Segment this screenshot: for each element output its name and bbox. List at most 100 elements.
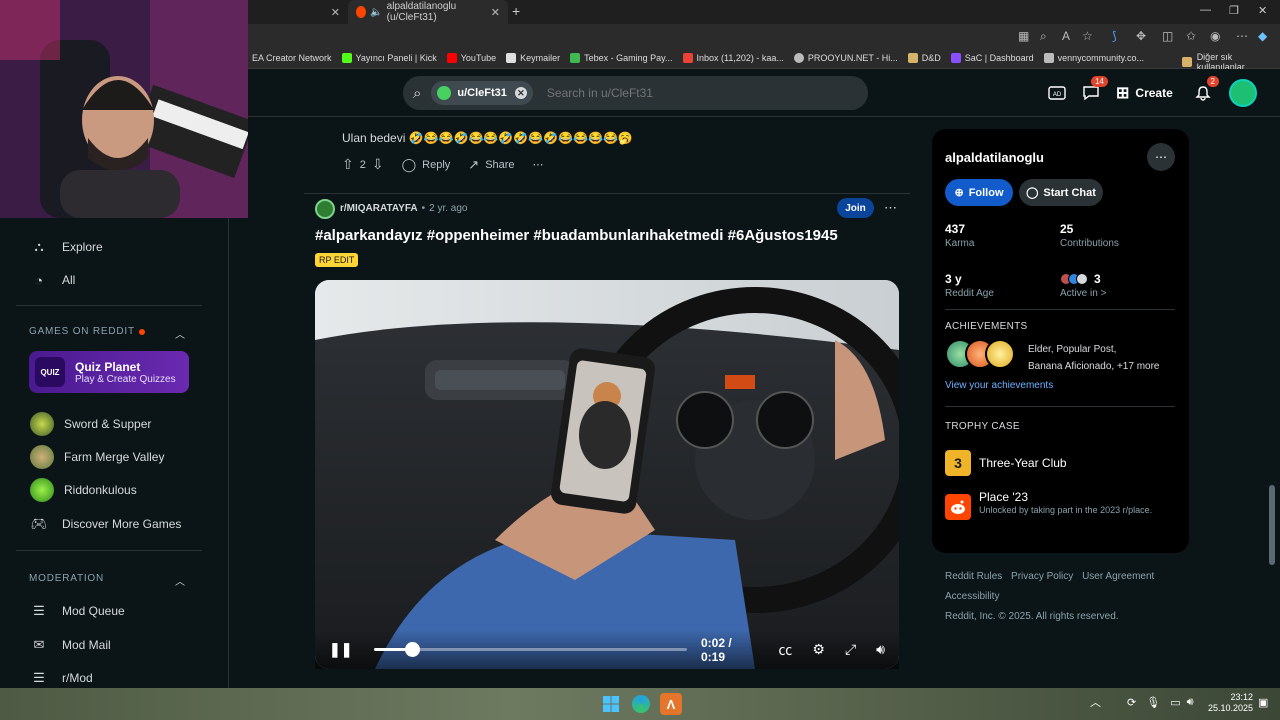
- new-tab-icon[interactable]: +: [512, 3, 520, 19]
- footer-link[interactable]: Privacy Policy: [1011, 571, 1073, 582]
- trophy-item[interactable]: 3 Three-Year Club: [945, 450, 1067, 476]
- chevron-up-icon[interactable]: ︿: [1090, 694, 1101, 710]
- minimize-icon[interactable]: —: [1200, 4, 1211, 16]
- quiz-planet-card[interactable]: QUIZ Quiz Planet Play & Create Quizzes: [29, 351, 189, 393]
- subreddit-link[interactable]: r/MIQARATAYFA: [340, 203, 418, 214]
- nav-all[interactable]: ◔ All: [30, 265, 75, 295]
- vpn-icon[interactable]: ◉: [1210, 29, 1220, 43]
- downvote-icon[interactable]: ⇩: [372, 156, 384, 173]
- post-meta: r/MIQARATAYFA • 2 yr. ago: [340, 203, 467, 214]
- view-achievements-link[interactable]: View your achievements: [945, 380, 1053, 391]
- video-progress-bar[interactable]: [374, 642, 687, 657]
- trophy-case-title: TROPHY CASE: [945, 421, 1020, 432]
- follow-button[interactable]: ⊕ Follow: [945, 179, 1013, 206]
- volume-icon[interactable]: 🔊︎: [876, 641, 885, 658]
- game-sword-supper[interactable]: Sword & Supper: [30, 409, 151, 439]
- notification-center-icon[interactable]: ▣: [1258, 696, 1268, 709]
- fullscreen-icon[interactable]: ⤢: [845, 641, 856, 658]
- microphone-icon[interactable]: 🎙︎: [1146, 696, 1160, 709]
- browser-tab-active[interactable]: 🔈 alpaldatilanoglu (u/CleFt31) ✕: [348, 0, 508, 24]
- subreddit-avatar[interactable]: [315, 199, 335, 219]
- copilot-icon[interactable]: ◆: [1258, 29, 1267, 43]
- read-aloud-icon[interactable]: A: [1062, 29, 1070, 43]
- share-button[interactable]: ↗ Share: [468, 157, 514, 173]
- bookmark[interactable]: Inbox (11,202) - kaa...: [682, 53, 784, 63]
- app-icon[interactable]: Ʌ: [660, 693, 682, 715]
- notification-icon[interactable]: 2: [1193, 76, 1219, 106]
- video-player[interactable]: [315, 280, 899, 669]
- captions-icon[interactable]: ㏄: [778, 640, 792, 660]
- split-screen-icon[interactable]: ◫: [1162, 29, 1173, 43]
- nav-mod-mail[interactable]: ✉ Mod Mail: [30, 630, 111, 660]
- nav-mod-queue[interactable]: ☰ Mod Queue: [30, 596, 125, 626]
- create-button[interactable]: ⊞ Create: [1116, 80, 1173, 106]
- trophy-item[interactable]: Place '23 Unlocked by taking part in the…: [945, 490, 1159, 520]
- close-icon[interactable]: ✕: [331, 6, 340, 19]
- speaker-icon[interactable]: 🔈: [370, 7, 382, 18]
- nav-explore[interactable]: ⛬ Explore: [30, 232, 102, 262]
- game-riddonkulous[interactable]: Riddonkulous: [30, 475, 137, 505]
- copyright: Reddit, Inc. © 2025. All rights reserved…: [945, 611, 1119, 622]
- achievement-badges[interactable]: [945, 339, 1015, 369]
- chevron-up-icon[interactable]: ︿: [175, 573, 185, 588]
- favorite-star-icon[interactable]: ☆: [1082, 29, 1093, 43]
- more-options-icon[interactable]: ⋯: [533, 158, 544, 171]
- more-options-icon[interactable]: ⋯: [1147, 143, 1175, 171]
- start-chat-button[interactable]: ◯ Start Chat: [1019, 179, 1103, 206]
- close-window-icon[interactable]: ✕: [1258, 4, 1267, 17]
- footer-link[interactable]: User Agreement: [1082, 571, 1154, 582]
- network-icon[interactable]: ▭: [1170, 696, 1180, 709]
- extension-icon[interactable]: ⟆: [1112, 29, 1117, 43]
- search-bar[interactable]: ⌕ u/CleFt31 ✕: [403, 76, 868, 110]
- windows-start-icon[interactable]: [600, 693, 622, 715]
- comment-body: Ulan bedevi 🤣😂😂🤣😂😂🤣🤣😂🤣😂😂😂😂🥱: [342, 131, 633, 145]
- pause-icon[interactable]: ❚❚: [329, 641, 352, 658]
- browser-tab[interactable]: ✕: [248, 0, 348, 24]
- bookmark[interactable]: SaC | Dashboard: [950, 53, 1034, 63]
- bookmark[interactable]: Tebex - Gaming Pay...: [570, 53, 673, 63]
- post-title[interactable]: #alparkandayız #oppenheimer #buadambunla…: [315, 227, 838, 244]
- discover-more-games[interactable]: 🎮︎ Discover More Games: [30, 509, 182, 539]
- game-farm-merge-valley[interactable]: Farm Merge Valley: [30, 442, 164, 472]
- bookmark[interactable]: YouTube: [446, 53, 496, 63]
- upvote-icon[interactable]: ⇧: [342, 156, 354, 173]
- search-scope-chip[interactable]: u/CleFt31 ✕: [431, 81, 533, 105]
- bookmark[interactable]: D&D: [907, 53, 941, 63]
- bookmark[interactable]: vennycommunity.co...: [1043, 53, 1144, 63]
- close-icon[interactable]: ✕: [491, 6, 500, 19]
- moderation-section-title[interactable]: MODERATION: [29, 573, 104, 584]
- post-flair[interactable]: RP EDIT: [315, 253, 359, 267]
- favorites-icon[interactable]: ✩: [1186, 29, 1196, 43]
- app-icon[interactable]: ▦: [1018, 29, 1029, 43]
- settings-gear-icon[interactable]: ⚙: [812, 641, 825, 658]
- scrollbar[interactable]: [1267, 117, 1280, 688]
- all-icon: ◔: [35, 272, 43, 288]
- zoom-icon[interactable]: ⌕: [1040, 29, 1047, 44]
- games-section-title[interactable]: GAMES ON REDDIT: [29, 326, 145, 337]
- sync-icon[interactable]: ⟳: [1127, 696, 1136, 709]
- chevron-up-icon[interactable]: ︿: [175, 326, 185, 341]
- clock[interactable]: 23:12 25.10.2025: [1208, 692, 1253, 714]
- scrollbar-thumb[interactable]: [1269, 485, 1275, 565]
- edge-browser-icon[interactable]: [630, 693, 652, 715]
- bookmark[interactable]: EA Creator Network: [252, 53, 332, 63]
- user-avatar-menu[interactable]: [1229, 79, 1257, 107]
- more-options-icon[interactable]: ⋯: [884, 200, 897, 216]
- stat-active-in[interactable]: 3 Active in >: [1060, 272, 1106, 299]
- reply-button[interactable]: ◯ Reply: [402, 157, 451, 173]
- extensions-icon[interactable]: ✥: [1136, 29, 1146, 43]
- video-progress-knob[interactable]: [404, 642, 420, 657]
- bookmark[interactable]: Yayıncı Paneli | Kick: [341, 53, 437, 63]
- advertise-icon[interactable]: AD: [1046, 80, 1068, 106]
- footer-link[interactable]: Reddit Rules: [945, 571, 1002, 582]
- search-input[interactable]: [546, 86, 797, 100]
- bookmark[interactable]: Keymailer: [506, 53, 560, 63]
- footer-link[interactable]: Accessibility: [945, 587, 1175, 607]
- maximize-icon[interactable]: ❐: [1229, 4, 1239, 17]
- clear-chip-icon[interactable]: ✕: [514, 87, 527, 99]
- chat-icon[interactable]: 14: [1080, 76, 1108, 106]
- bookmark[interactable]: PROOYUN.NET - Hi...: [793, 53, 898, 63]
- menu-dots-icon[interactable]: ⋯: [1236, 29, 1248, 43]
- volume-icon[interactable]: 🔊︎: [1187, 696, 1194, 709]
- join-button[interactable]: Join: [837, 198, 874, 218]
